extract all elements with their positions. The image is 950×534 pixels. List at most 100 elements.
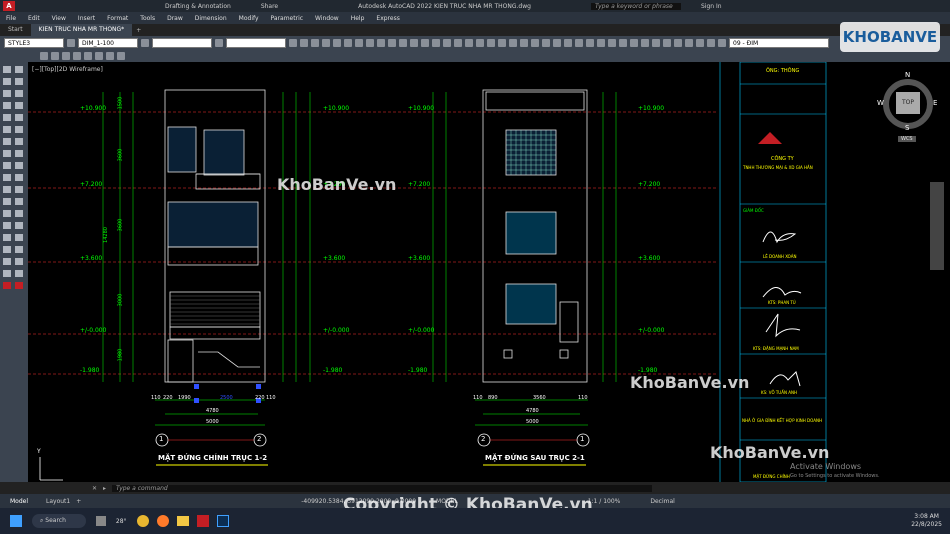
quick-access-workspace[interactable]: Drafting & Annotation [165,3,231,10]
table-style-select[interactable] [152,38,212,48]
units-display[interactable]: Decimal [650,498,674,505]
menu-draw[interactable]: Draw [167,15,183,22]
tool-icon[interactable] [575,39,583,47]
tool-icon[interactable] [641,39,649,47]
share-button[interactable]: Share [261,3,278,10]
tool-icon[interactable] [421,39,429,47]
menu-file[interactable]: File [6,15,16,22]
tool-icon[interactable] [106,52,114,60]
layout-tab-model[interactable]: Model [10,498,28,505]
tool-icon[interactable] [630,39,638,47]
tab-document[interactable]: KIEN TRUC NHA MR THONG* [30,24,133,36]
tool-icon[interactable] [322,39,330,47]
wcs-menu[interactable]: WCS [898,136,916,142]
tab-start[interactable]: Start [0,24,31,36]
tool-icon[interactable] [410,39,418,47]
tool-icon[interactable] [608,39,616,47]
tool-icon[interactable] [553,39,561,47]
layout-tab-layout1[interactable]: Layout1 [46,498,70,505]
table-style-icon[interactable] [215,39,223,47]
menu-dimension[interactable]: Dimension [195,15,227,22]
tool-icon[interactable] [652,39,660,47]
explorer-icon[interactable] [176,516,189,526]
mleader-style-select[interactable] [226,38,286,48]
menu-parametric[interactable]: Parametric [271,15,304,22]
tool-icon[interactable] [564,39,572,47]
search-input[interactable]: Type a keyword or phrase [590,2,681,10]
tool-icon[interactable] [344,39,352,47]
sign-in-button[interactable]: Sign In [701,3,722,10]
tool-icon[interactable] [531,39,539,47]
command-input[interactable]: Type a command [112,484,653,492]
taskbar-search[interactable]: ⌕ Search [32,514,86,528]
navigation-bar[interactable] [930,182,944,270]
autocad-taskbar-icon[interactable] [196,515,209,527]
tool-icon[interactable] [465,39,473,47]
app-logo-icon[interactable]: A [3,1,15,11]
firefox-icon[interactable] [156,515,169,527]
photoshop-icon[interactable] [216,515,229,527]
tool-icon[interactable] [355,39,363,47]
layer-select[interactable]: 09 - ĐIM [729,38,829,48]
tool-icon[interactable] [432,39,440,47]
tool-icon[interactable] [520,39,528,47]
menu-edit[interactable]: Edit [28,15,40,22]
tool-icon[interactable] [62,52,70,60]
tool-icon[interactable] [718,39,726,47]
tool-icon[interactable] [73,52,81,60]
menu-insert[interactable]: Insert [78,15,95,22]
new-tab-icon[interactable]: + [136,27,141,34]
tool-icon[interactable] [498,39,506,47]
viewcube-top[interactable]: TOP [896,92,920,114]
tool-icon[interactable] [454,39,462,47]
tool-icon[interactable] [707,39,715,47]
tool-icon[interactable] [443,39,451,47]
tool-icon[interactable] [685,39,693,47]
tool-icon[interactable] [366,39,374,47]
menu-modify[interactable]: Modify [239,15,259,22]
dim-style-icon[interactable] [141,39,149,47]
viewcube[interactable]: TOP N S W E WCS [877,71,938,144]
tool-icon[interactable] [542,39,550,47]
windows-start-icon[interactable] [10,515,22,527]
chrome-icon[interactable] [136,515,149,527]
menu-tools[interactable]: Tools [140,15,155,22]
tool-icon[interactable] [597,39,605,47]
weather-temp[interactable]: 28° [116,518,127,525]
close-icon[interactable]: ✕ [92,485,97,492]
tool-icon[interactable] [619,39,627,47]
tool-icon[interactable] [95,52,103,60]
tool-icon[interactable] [289,39,297,47]
command-icon[interactable]: ▸ [103,485,106,492]
tool-icon[interactable] [51,52,59,60]
tool-icon[interactable] [84,52,92,60]
menu-express[interactable]: Express [376,15,399,22]
tool-icon[interactable] [311,39,319,47]
tool-icon[interactable] [487,39,495,47]
tool-icon[interactable] [476,39,484,47]
tool-icon[interactable] [696,39,704,47]
tool-icon[interactable] [40,52,48,60]
tool-icon[interactable] [377,39,385,47]
menu-view[interactable]: View [52,15,66,22]
tool-icon[interactable] [333,39,341,47]
task-view-icon[interactable] [95,516,106,526]
text-style-icon[interactable] [67,39,75,47]
add-layout-icon[interactable]: + [76,498,81,505]
menu-format[interactable]: Format [107,15,128,22]
tool-icon[interactable] [117,52,125,60]
tool-icon[interactable] [586,39,594,47]
tool-icon[interactable] [388,39,396,47]
clock[interactable]: 3:08 AM 22/8/2025 [911,513,942,529]
tool-icon[interactable] [399,39,407,47]
tool-icons-column[interactable] [0,62,28,482]
tool-icon[interactable] [300,39,308,47]
drawing-canvas[interactable]: [−][Top][2D Wireframe] +10.900 +7.200 +3… [28,62,950,482]
text-style-select[interactable]: STYLE3 [4,38,64,48]
menu-help[interactable]: Help [351,15,365,22]
tool-icon[interactable] [674,39,682,47]
dim-style-select[interactable]: DIM_1-100 [78,38,138,48]
menu-window[interactable]: Window [315,15,339,22]
tool-icon[interactable] [663,39,671,47]
tool-icon[interactable] [509,39,517,47]
